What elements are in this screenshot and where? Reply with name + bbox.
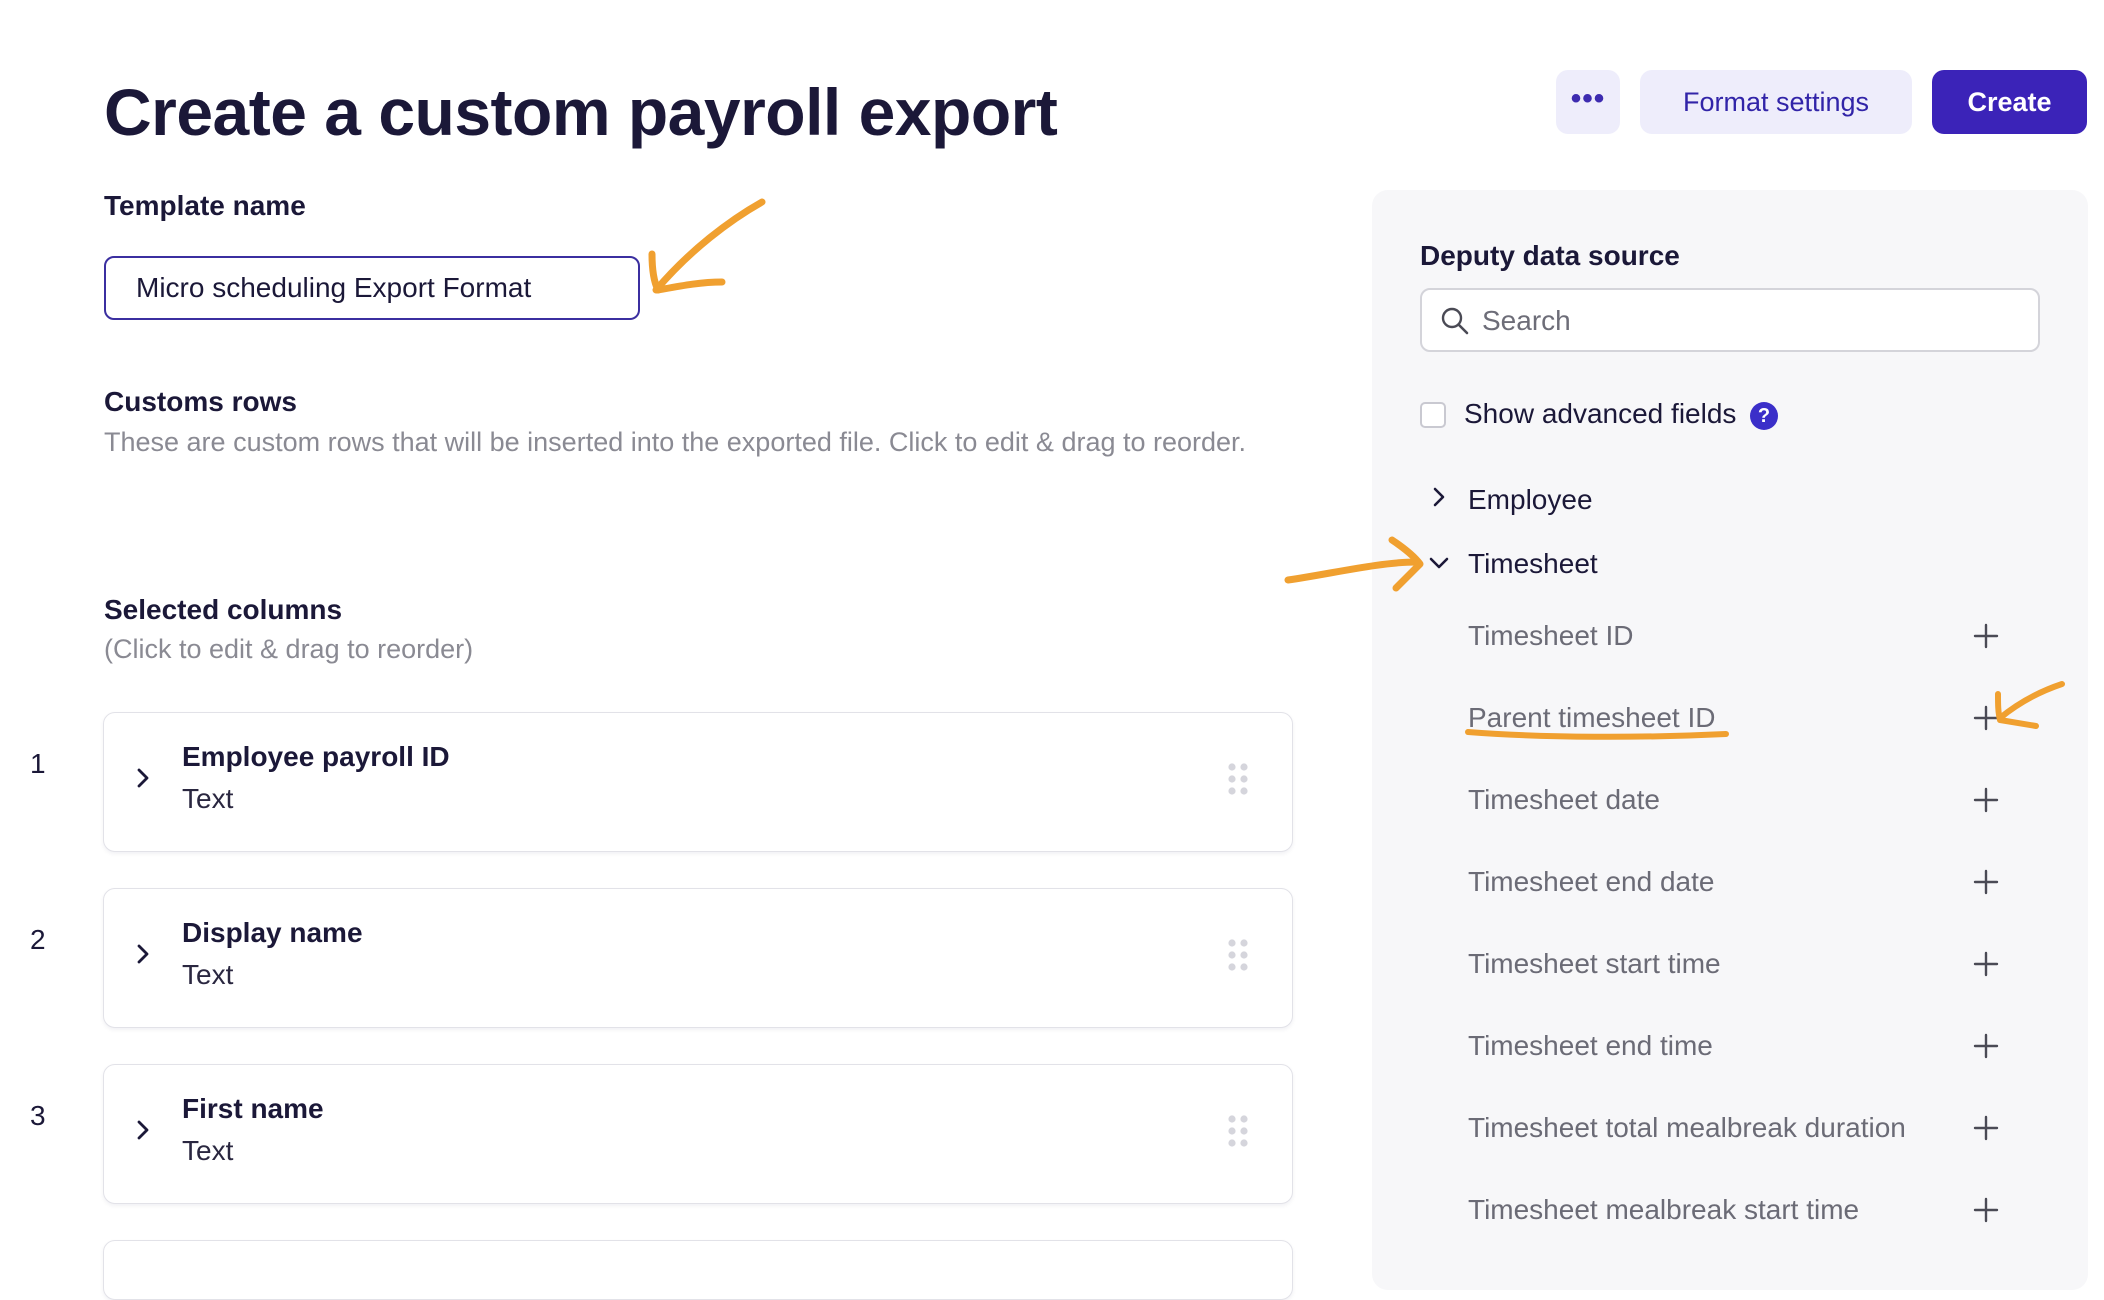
- column-name: Display name: [182, 917, 363, 948]
- column-card[interactable]: Display name Text: [103, 888, 1293, 1028]
- annotation-arrow-icon: [1995, 681, 2065, 729]
- chevron-right-icon[interactable]: [132, 1119, 154, 1141]
- field-row[interactable]: Timesheet date: [1468, 776, 2008, 826]
- search-input[interactable]: [1480, 298, 2024, 344]
- advanced-fields-label: Show advanced fields: [1464, 398, 1737, 429]
- template-name-value: Micro scheduling Export Format: [136, 272, 532, 303]
- plus-icon[interactable]: [1972, 868, 2000, 896]
- field-row[interactable]: Timesheet mealbreak start time: [1468, 1186, 2008, 1236]
- column-card[interactable]: First name Text: [103, 1064, 1293, 1204]
- drag-handle-icon[interactable]: [1226, 761, 1250, 797]
- column-type: Text: [182, 1135, 234, 1166]
- field-label: Timesheet end date: [1468, 866, 1715, 897]
- column-index: 3: [30, 1100, 46, 1131]
- column-name: First name: [182, 1093, 324, 1124]
- plus-icon[interactable]: [1972, 950, 2000, 978]
- drag-handle-icon[interactable]: [1226, 937, 1250, 973]
- more-options-button[interactable]: •••: [1556, 70, 1620, 134]
- field-label: Timesheet end time: [1468, 1030, 1713, 1061]
- drag-handle-icon[interactable]: [1226, 1113, 1250, 1149]
- plus-icon[interactable]: [1972, 1196, 2000, 1224]
- plus-icon[interactable]: [1972, 786, 2000, 814]
- field-label: Timesheet mealbreak start time: [1468, 1194, 1860, 1225]
- tree-group-timesheet[interactable]: Timesheet: [1468, 548, 1598, 580]
- plus-icon[interactable]: [1972, 622, 2000, 650]
- field-row[interactable]: Timesheet total mealbreak duration: [1468, 1104, 2008, 1154]
- annotation-arrow-icon: [648, 198, 766, 294]
- field-label: Timesheet ID: [1468, 620, 1634, 651]
- column-card[interactable]: [103, 1240, 1293, 1300]
- selected-columns-title: Selected columns: [104, 594, 343, 625]
- advanced-fields-checkbox[interactable]: [1420, 402, 1446, 428]
- page-title: Create a custom payroll export: [104, 75, 1058, 149]
- field-label: Timesheet date: [1468, 784, 1660, 815]
- annotation-arrow-icon: [1284, 536, 1424, 592]
- tree-group-employee[interactable]: Employee: [1468, 484, 1593, 516]
- custom-rows-title: Customs rows: [104, 386, 297, 417]
- format-settings-button[interactable]: Format settings: [1640, 70, 1912, 134]
- chevron-down-icon[interactable]: [1428, 552, 1450, 574]
- column-card[interactable]: Employee payroll ID Text: [103, 712, 1293, 852]
- data-source-title: Deputy data source: [1420, 240, 1680, 271]
- field-label: Timesheet total mealbreak duration: [1468, 1112, 1906, 1143]
- create-button[interactable]: Create: [1932, 70, 2087, 134]
- search-box[interactable]: [1420, 288, 2040, 352]
- plus-icon[interactable]: [1972, 1114, 2000, 1142]
- chevron-right-icon[interactable]: [1428, 486, 1450, 508]
- chevron-right-icon[interactable]: [132, 767, 154, 789]
- field-row[interactable]: Timesheet start time: [1468, 940, 2008, 990]
- column-index: 1: [30, 748, 46, 779]
- field-label: Timesheet start time: [1468, 948, 1721, 979]
- column-name: Employee payroll ID: [182, 741, 450, 772]
- plus-icon[interactable]: [1972, 1032, 2000, 1060]
- column-type: Text: [182, 959, 234, 990]
- template-name-label: Template name: [104, 190, 306, 221]
- field-row[interactable]: Timesheet end time: [1468, 1022, 2008, 1072]
- custom-rows-description: These are custom rows that will be inser…: [104, 427, 1247, 457]
- field-row[interactable]: Timesheet end date: [1468, 858, 2008, 908]
- help-icon[interactable]: ?: [1750, 402, 1778, 430]
- annotation-underline-icon: [1465, 729, 1729, 740]
- template-name-input[interactable]: Micro scheduling Export Format: [104, 256, 640, 320]
- field-row[interactable]: Timesheet ID: [1468, 612, 2008, 662]
- chevron-right-icon[interactable]: [132, 943, 154, 965]
- column-type: Text: [182, 783, 234, 814]
- selected-columns-hint: (Click to edit & drag to reorder): [104, 634, 474, 664]
- search-icon: [1441, 307, 1469, 335]
- column-index: 2: [30, 924, 46, 955]
